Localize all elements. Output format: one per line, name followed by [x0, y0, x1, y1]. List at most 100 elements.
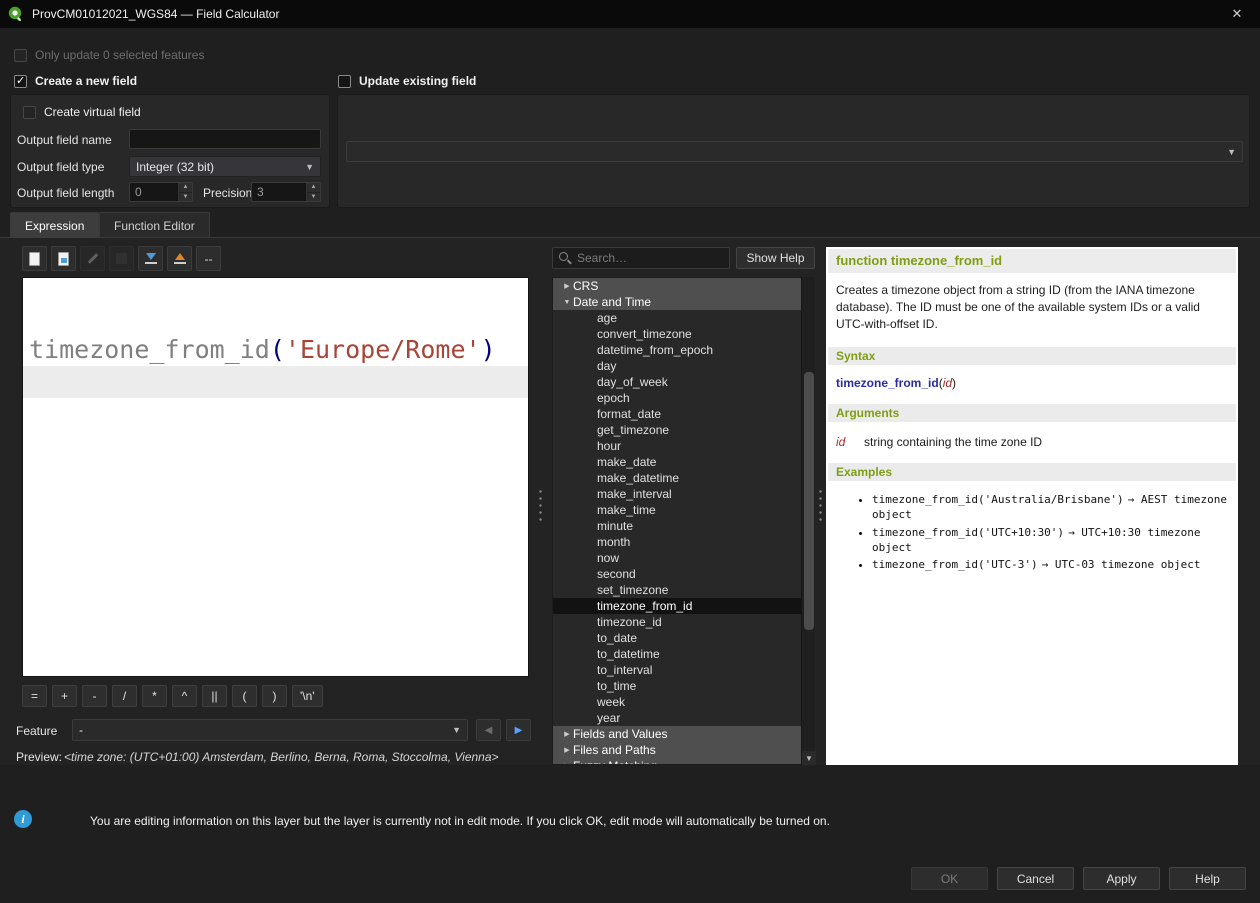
export-expressions-button[interactable] — [167, 246, 192, 271]
operator-button[interactable]: * — [142, 685, 167, 707]
function-tree-row[interactable]: day — [553, 358, 814, 374]
function-tree-row[interactable]: ▶ Files and Paths — [553, 742, 814, 758]
operator-button[interactable]: ( — [232, 685, 257, 707]
tab-label: Function Editor — [114, 219, 195, 233]
delete-expression-button[interactable] — [109, 246, 134, 271]
operator-button[interactable]: ^ — [172, 685, 197, 707]
splitter-handle[interactable] — [818, 488, 823, 522]
operator-button[interactable]: '\n' — [292, 685, 323, 707]
function-tree-row[interactable]: hour — [553, 438, 814, 454]
only-update-selected-label: Only update 0 selected features — [35, 48, 204, 62]
function-tree-row[interactable]: now — [553, 550, 814, 566]
output-field-name-label: Output field name — [17, 133, 112, 147]
spin-down-icon[interactable]: ▼ — [307, 193, 320, 202]
function-tree-row[interactable]: month — [553, 534, 814, 550]
tree-expand-icon[interactable]: ▼ — [561, 299, 573, 306]
feature-combo[interactable]: - ▼ — [72, 719, 468, 741]
function-tree-row[interactable]: make_datetime — [553, 470, 814, 486]
function-tree-row[interactable]: minute — [553, 518, 814, 534]
close-icon[interactable]: ✕ — [1222, 0, 1252, 28]
operator-button[interactable]: ) — [262, 685, 287, 707]
previous-feature-button[interactable]: ◀ — [476, 719, 501, 741]
search-input[interactable] — [552, 247, 730, 269]
operator-button[interactable]: - — [82, 685, 107, 707]
function-tree-row[interactable]: second — [553, 566, 814, 582]
spinner-arrows[interactable]: ▲▼ — [306, 183, 320, 201]
tree-expand-icon[interactable]: ▶ — [561, 762, 573, 765]
dialog-button[interactable]: Help — [1169, 867, 1246, 890]
function-tree-row[interactable]: year — [553, 710, 814, 726]
next-feature-button[interactable]: ▶ — [506, 719, 531, 741]
function-tree-row[interactable]: age — [553, 310, 814, 326]
function-tree-row[interactable]: day_of_week — [553, 374, 814, 390]
operator-button[interactable]: + — [52, 685, 77, 707]
import-expressions-button[interactable] — [138, 246, 163, 271]
pencil-icon — [87, 253, 98, 264]
function-tree-row[interactable]: to_date — [553, 630, 814, 646]
new-expression-button[interactable] — [22, 246, 47, 271]
function-tree-row[interactable]: make_date — [553, 454, 814, 470]
update-existing-field-checkbox[interactable] — [338, 75, 351, 88]
function-tree-row[interactable]: week — [553, 694, 814, 710]
function-tree-row[interactable]: ▶ Fields and Values — [553, 726, 814, 742]
scroll-down-button[interactable]: ▼ — [802, 751, 816, 765]
comment-button[interactable]: -- — [196, 246, 221, 271]
function-tree-row[interactable]: ▼ Date and Time — [553, 294, 814, 310]
operator-button[interactable]: || — [202, 685, 227, 707]
spin-down-icon[interactable]: ▼ — [179, 193, 192, 202]
tree-expand-icon[interactable]: ▶ — [561, 746, 573, 754]
spinner-arrows[interactable]: ▲▼ — [178, 183, 192, 201]
function-tree-row[interactable]: make_time — [553, 502, 814, 518]
tree-scrollbar-thumb[interactable] — [804, 372, 814, 630]
function-name: to_datetime — [597, 647, 660, 661]
function-name: age — [597, 311, 617, 325]
tab-function-editor[interactable]: Function Editor — [99, 212, 210, 238]
tree-scrollbar-track[interactable]: ▼ — [801, 277, 815, 765]
tree-expand-icon[interactable]: ▶ — [561, 730, 573, 738]
output-field-length-spinner[interactable]: 0 ▲▼ — [129, 182, 193, 202]
examples-list: timezone_from_id('Australia/Brisbane')→ … — [826, 493, 1230, 573]
function-tree-row[interactable]: timezone_from_id — [553, 598, 814, 614]
chevron-down-icon: ▼ — [452, 725, 461, 735]
function-tree-row[interactable]: make_interval — [553, 486, 814, 502]
create-new-field-checkbox[interactable] — [14, 75, 27, 88]
function-tree-row[interactable]: ▶ CRS — [553, 278, 814, 294]
function-tree-row[interactable]: datetime_from_epoch — [553, 342, 814, 358]
function-name: to_time — [597, 679, 636, 693]
expression-code-editor[interactable]: timezone_from_id('Europe/Rome') — [22, 277, 529, 677]
tab-expression[interactable]: Expression — [10, 212, 99, 238]
function-name: to_interval — [597, 663, 652, 677]
create-virtual-field-checkbox[interactable] — [23, 106, 36, 119]
function-tree-row[interactable]: to_interval — [553, 662, 814, 678]
output-field-type-combo[interactable]: Integer (32 bit) ▼ — [129, 156, 321, 177]
operator-button[interactable]: = — [22, 685, 47, 707]
show-help-button[interactable]: Show Help — [736, 247, 815, 269]
function-tree-row[interactable]: set_timezone — [553, 582, 814, 598]
dialog-button[interactable]: OK — [911, 867, 988, 890]
dialog-button[interactable]: Cancel — [997, 867, 1074, 890]
save-expression-button[interactable] — [51, 246, 76, 271]
precision-spinner[interactable]: 3 ▲▼ — [251, 182, 321, 202]
operator-button[interactable]: / — [112, 685, 137, 707]
function-tree-row[interactable]: timezone_id — [553, 614, 814, 630]
function-tree-row[interactable]: ▶ Fuzzy Matching — [553, 758, 814, 765]
feature-value: - — [79, 723, 83, 737]
edit-expression-button[interactable] — [80, 246, 105, 271]
function-tree-row[interactable]: to_time — [553, 678, 814, 694]
function-tree-row[interactable]: convert_timezone — [553, 326, 814, 342]
example-item: timezone_from_id('UTC+10:30')→ UTC+10:30… — [872, 526, 1230, 556]
existing-field-combo[interactable]: ▼ — [346, 141, 1243, 162]
dialog-button[interactable]: Apply — [1083, 867, 1160, 890]
only-update-selected-checkbox[interactable] — [14, 49, 27, 62]
example-item: timezone_from_id('UTC-3')→ UTC-03 timezo… — [872, 558, 1230, 573]
function-tree-row[interactable]: format_date — [553, 406, 814, 422]
function-name: minute — [597, 519, 633, 533]
function-tree-row[interactable]: to_datetime — [553, 646, 814, 662]
function-tree-row[interactable]: get_timezone — [553, 422, 814, 438]
function-tree-row[interactable]: epoch — [553, 390, 814, 406]
spin-up-icon[interactable]: ▲ — [307, 183, 320, 193]
tree-expand-icon[interactable]: ▶ — [561, 282, 573, 290]
splitter-handle[interactable] — [538, 488, 543, 522]
output-field-name-input[interactable] — [129, 129, 321, 149]
spin-up-icon[interactable]: ▲ — [179, 183, 192, 193]
